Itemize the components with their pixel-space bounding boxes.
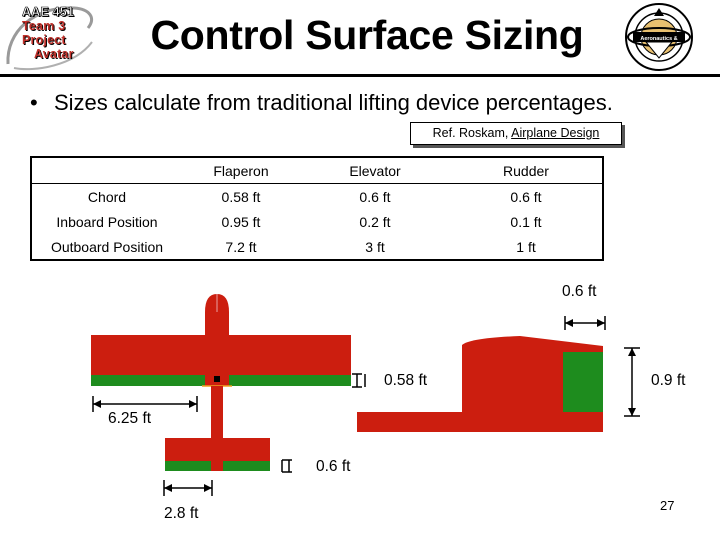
rudder-height-label: 0.9 ft — [651, 372, 686, 389]
elev-span-arrow-right — [204, 484, 212, 492]
control-surface-table: Flaperon Elevator Rudder Chord 0.58 ft 0… — [30, 156, 604, 261]
slide-title: Control Surface Sizing — [0, 12, 720, 59]
reference-book: Airplane Design — [511, 126, 600, 140]
bullet-dot: • — [30, 90, 38, 115]
bullet-point: • Sizes calculate from traditional liftin… — [30, 90, 613, 116]
table-cell: 0.58 ft — [221, 188, 261, 205]
table-header-cell: Elevator — [300, 156, 450, 184]
rudder-chord-arrow-right — [597, 319, 605, 327]
flaperon-right — [229, 375, 351, 386]
table-cell: 1 ft — [450, 234, 604, 261]
reference-box: Ref. Roskam, Airplane Design — [410, 122, 622, 145]
wing-half-span-label: 6.25 ft — [108, 410, 152, 427]
flaperon-left — [91, 375, 205, 386]
cg-marker — [214, 376, 220, 382]
rudder-chord-label: 0.6 ft — [562, 283, 597, 300]
elevator-left — [165, 461, 211, 471]
slide-title-text: Control Surface Sizing — [150, 12, 584, 58]
table-cell: 3 ft — [300, 234, 450, 261]
elev-span-arrow-left — [164, 484, 172, 492]
table-cell: 0.6 ft — [359, 188, 391, 205]
rudder-chord-arrow-left — [565, 319, 573, 327]
top-view-aircraft — [91, 294, 351, 471]
fuselage-nose — [205, 294, 229, 312]
table-cell: 0.95 ft — [221, 213, 261, 230]
rudder — [563, 352, 603, 412]
bullet-text: Sizes calculate from traditional lifting… — [54, 90, 613, 115]
page-number: 27 — [660, 498, 675, 513]
table-header-row: Flaperon Elevator Rudder — [30, 156, 604, 184]
rudder-height-arrow-top — [628, 348, 636, 356]
tail-fuselage — [357, 412, 603, 432]
fuselage-forward — [205, 312, 229, 335]
span-arrow-right — [189, 400, 197, 408]
aircraft-diagrams — [91, 294, 640, 496]
elevator-right — [223, 461, 270, 471]
table-row: Inboard Position 0.95 ft 0.2 ft 0.1 ft — [30, 209, 604, 234]
elevator-span-label: 2.8 ft — [164, 505, 199, 522]
flaperon-chord-label: 0.58 ft — [384, 372, 428, 389]
elevator-chord-label: 0.6 ft — [316, 458, 351, 475]
table-header-cell: Flaperon — [182, 156, 300, 184]
row-label: Outboard Position — [30, 234, 182, 261]
horizontal-stabilizer — [165, 438, 270, 461]
table-cell: 0.6 ft — [450, 183, 604, 209]
table-cell: 7.2 ft — [182, 234, 300, 261]
wing — [91, 335, 351, 375]
table-row: Chord 0.58 ft 0.6 ft 0.6 ft — [30, 183, 604, 209]
span-arrow-left — [93, 400, 101, 408]
title-divider — [0, 74, 720, 77]
tail-boom-end — [211, 461, 223, 471]
row-label: Inboard Position — [30, 209, 182, 234]
seal-middle-text: Aeronautics & — [640, 36, 677, 42]
table-header-cell — [30, 156, 182, 184]
dimension-lines — [92, 316, 640, 496]
dimension-arrowheads — [93, 319, 636, 492]
tail-boom — [211, 386, 223, 438]
purdue-aeronautics-seal-icon: Aeronautics & — [625, 3, 693, 71]
table-cell: 0.2 ft — [359, 213, 391, 230]
vertical-stabilizer — [462, 336, 603, 412]
rudder-height-arrow-bottom — [628, 408, 636, 416]
table-header-cell: Rudder — [450, 156, 604, 184]
fuselage-wing-root — [205, 375, 229, 386]
table-cell: 0.1 ft — [450, 209, 604, 234]
reference-prefix: Ref. Roskam, — [432, 126, 512, 140]
table-row: Outboard Position 7.2 ft 3 ft 1 ft — [30, 234, 604, 261]
row-label: Chord — [30, 183, 182, 209]
